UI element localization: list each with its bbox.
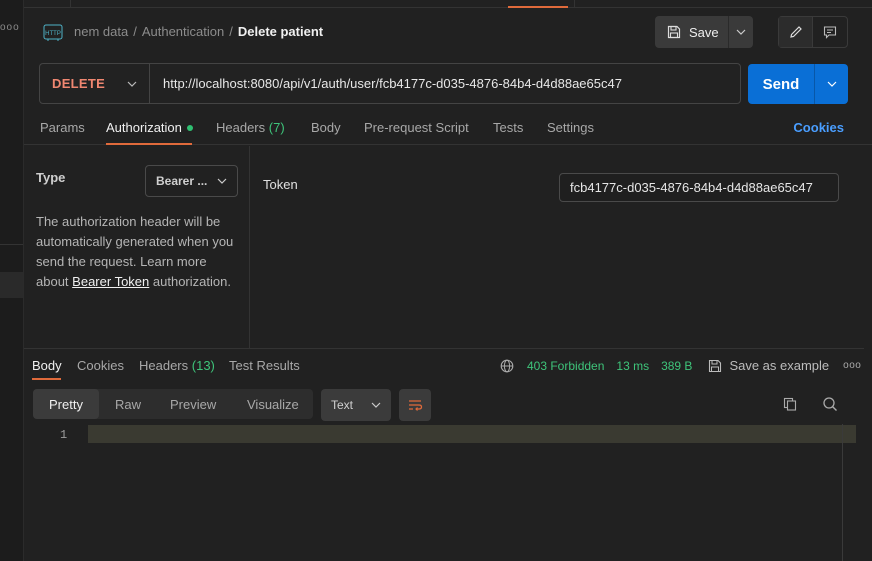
- breadcrumb-separator: /: [133, 24, 137, 39]
- response-time[interactable]: 13 ms: [616, 359, 649, 373]
- response-size[interactable]: 389 B: [661, 359, 692, 373]
- chevron-down-icon: [371, 402, 381, 408]
- current-line-highlight: [88, 425, 856, 443]
- auth-type-label: Type: [36, 170, 66, 185]
- pencil-icon: [789, 26, 802, 38]
- chevron-down-icon: [827, 81, 836, 87]
- auth-description: The authorization header will be automat…: [36, 212, 241, 292]
- active-response-tab-underline: [32, 378, 61, 380]
- send-button-group: Send: [748, 64, 848, 104]
- auth-type-panel: Type Bearer ... The authorization header…: [24, 146, 250, 348]
- response-tab-cookies[interactable]: Cookies: [77, 358, 124, 373]
- auth-type-select[interactable]: Bearer ...: [145, 165, 238, 197]
- save-as-example-button[interactable]: Save as example: [708, 358, 829, 373]
- comments-button[interactable]: [813, 17, 847, 47]
- chevron-down-icon: [127, 81, 137, 87]
- tab-authorization-label: Authorization: [106, 120, 182, 135]
- http-icon: HTTP: [43, 24, 63, 41]
- response-tab-headers-label: Headers: [139, 358, 189, 373]
- chevron-down-icon: [217, 178, 227, 184]
- breadcrumb-separator: /: [229, 24, 233, 39]
- tab-headers-label: Headers: [216, 120, 266, 135]
- tab-separator: [574, 0, 575, 8]
- copy-icon[interactable]: [782, 396, 798, 412]
- search-icon[interactable]: [822, 396, 838, 412]
- tab-settings[interactable]: Settings: [547, 120, 594, 135]
- response-divider[interactable]: [24, 348, 864, 349]
- view-pretty[interactable]: Pretty: [33, 389, 99, 419]
- save-options-button[interactable]: [729, 16, 753, 48]
- view-mode-segment: Pretty Raw Preview Visualize: [33, 389, 313, 419]
- request-tabs: Params Authorization Headers (7) Body Pr…: [24, 112, 872, 145]
- send-options-button[interactable]: [815, 64, 848, 104]
- token-input[interactable]: [559, 173, 839, 202]
- response-body-editor[interactable]: 1: [24, 424, 856, 561]
- breadcrumb-folder[interactable]: Authentication: [142, 24, 224, 39]
- status-code[interactable]: 403 Forbidden: [527, 359, 604, 373]
- request-header: HTTP nem data / Authentication / Delete pati…: [24, 8, 872, 56]
- top-tab-strip: [24, 0, 872, 8]
- editor-scrollbar[interactable]: [842, 424, 843, 561]
- sidebar-selected-item[interactable]: [0, 272, 23, 298]
- response-headers-count: (13): [191, 358, 215, 373]
- tab-pre-request-script[interactable]: Pre-request Script: [364, 120, 469, 135]
- breadcrumb-collection[interactable]: nem data: [74, 24, 128, 39]
- save-label: Save: [689, 24, 719, 40]
- tab-headers[interactable]: Headers (7): [216, 120, 285, 135]
- more-options-icon[interactable]: ooo: [843, 360, 861, 371]
- response-status-bar: 403 Forbidden 13 ms 389 B Save as exampl…: [500, 358, 861, 373]
- response-tab-headers[interactable]: Headers (13): [139, 358, 215, 373]
- cookies-link[interactable]: Cookies: [793, 120, 844, 135]
- response-tab-body[interactable]: Body: [32, 358, 62, 373]
- token-label: Token: [263, 177, 298, 192]
- bearer-token-link[interactable]: Bearer Token: [72, 274, 149, 289]
- wrap-lines-button[interactable]: [399, 389, 431, 421]
- tab-authorization[interactable]: Authorization: [106, 120, 193, 135]
- url-bar: DELETE: [39, 63, 741, 104]
- method-select[interactable]: DELETE: [40, 64, 150, 103]
- edit-button[interactable]: [779, 17, 813, 47]
- url-input[interactable]: [150, 64, 740, 103]
- view-preview[interactable]: Preview: [170, 389, 216, 419]
- view-raw[interactable]: Raw: [115, 389, 141, 419]
- sidebar-divider: [0, 244, 23, 245]
- globe-icon[interactable]: [500, 359, 514, 373]
- breadcrumb: nem data / Authentication / Delete patient: [74, 24, 323, 39]
- breadcrumb-request[interactable]: Delete patient: [238, 24, 323, 39]
- save-button[interactable]: Save: [655, 16, 729, 48]
- sidebar-more-icon[interactable]: ooo: [0, 22, 20, 33]
- response-tab-test-results[interactable]: Test Results: [229, 358, 300, 373]
- svg-text:HTTP: HTTP: [45, 31, 61, 37]
- active-tab-underline: [106, 143, 192, 145]
- view-visualize[interactable]: Visualize: [247, 389, 299, 419]
- headers-count: (7): [268, 120, 285, 135]
- sidebar-strip: ooo: [0, 0, 24, 561]
- auth-description-end: authorization.: [152, 274, 231, 289]
- save-icon: [709, 359, 722, 372]
- save-as-example-label: Save as example: [729, 358, 830, 373]
- comment-icon: [823, 26, 837, 39]
- line-number: 1: [60, 428, 68, 442]
- send-button[interactable]: Send: [748, 64, 815, 104]
- edit-button-group: [778, 16, 848, 48]
- save-icon: [667, 25, 681, 39]
- format-select[interactable]: Text: [321, 389, 391, 421]
- auth-type-value: Bearer ...: [156, 174, 208, 188]
- chevron-down-icon: [736, 29, 746, 35]
- wrap-lines-icon: [409, 400, 423, 411]
- tab-params[interactable]: Params: [40, 120, 85, 135]
- format-value: Text: [331, 398, 354, 412]
- tab-separator: [70, 0, 71, 8]
- tab-body[interactable]: Body: [311, 120, 341, 135]
- status-dot-icon: [186, 124, 193, 131]
- method-label: DELETE: [52, 76, 106, 91]
- save-button-group: Save: [655, 16, 753, 48]
- tab-tests[interactable]: Tests: [493, 120, 523, 135]
